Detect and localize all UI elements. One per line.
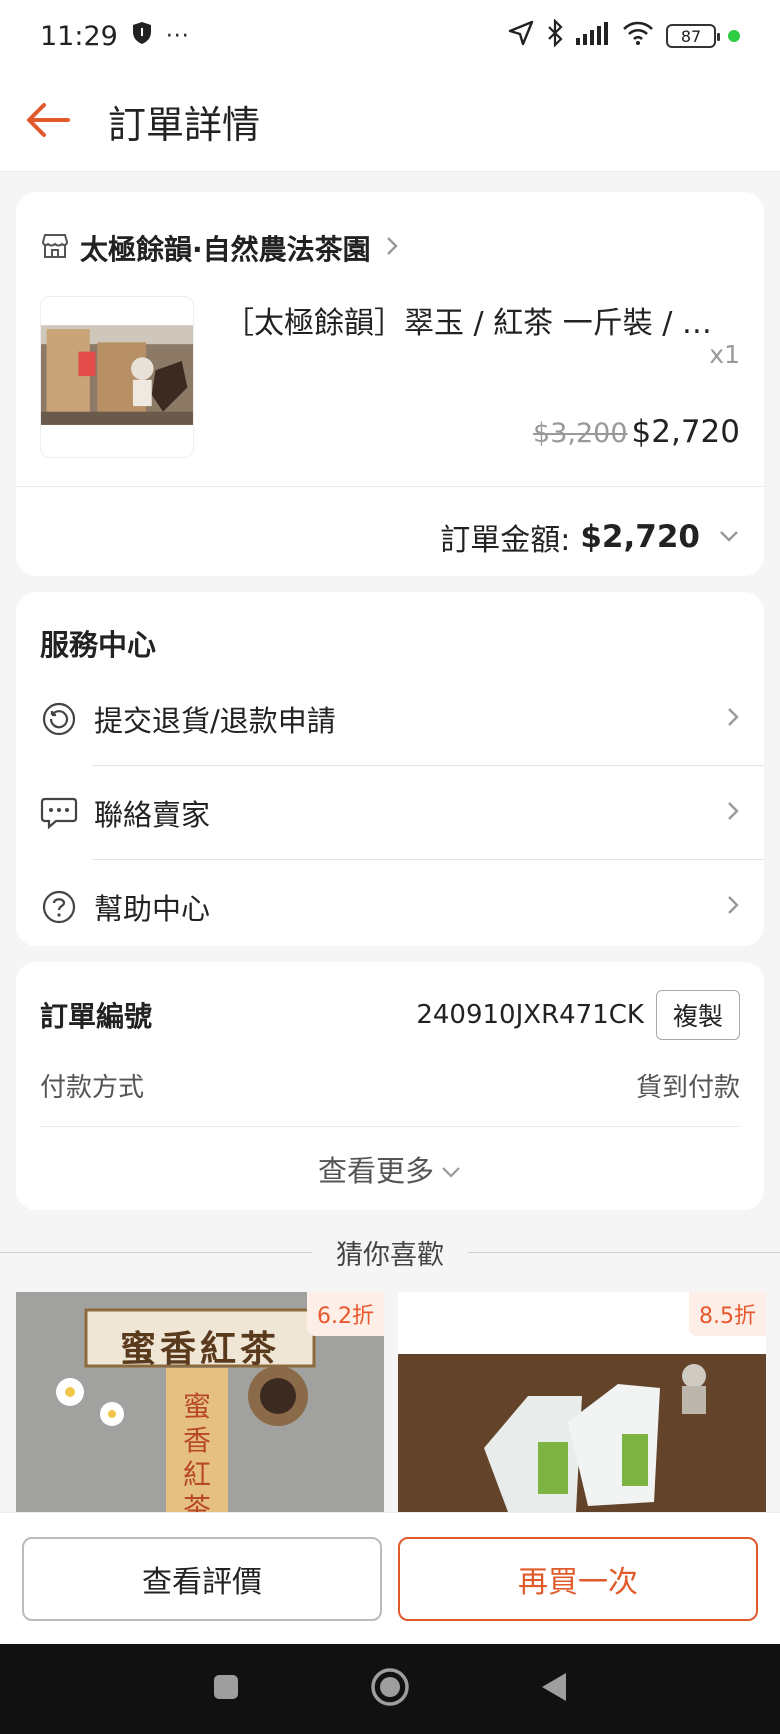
- system-nav-bar: [0, 1644, 780, 1734]
- return-icon: [40, 700, 78, 738]
- discount-badge: 6.2折: [307, 1292, 384, 1336]
- recommend-item[interactable]: 蜜香紅茶 蜜香紅茶 6.2折: [16, 1292, 384, 1512]
- sale-price: $2,720: [631, 414, 740, 450]
- page-title: 訂單詳情: [108, 103, 261, 147]
- privacy-indicator: [728, 30, 740, 42]
- product-row[interactable]: ［太極餘韻］翠玉 / 紅茶 一斤裝 / 茶葉 x1 $3,200 $2,720: [16, 276, 764, 458]
- service-item-contact-seller[interactable]: 聯絡賣家: [16, 766, 764, 860]
- status-bar: 11:29 ··· 87: [0, 0, 780, 72]
- location-icon: [508, 20, 534, 53]
- view-more-label: 查看更多: [317, 1154, 434, 1188]
- back-nav-button[interactable]: [540, 1671, 568, 1707]
- recents-button[interactable]: [212, 1673, 240, 1705]
- chevron-right-icon: [726, 800, 740, 826]
- order-total-row[interactable]: 訂單金額: $2,720: [16, 487, 764, 587]
- order-info-card: 訂單編號 240910JXR471CK 複製 付款方式 貨到付款 查看更多: [16, 962, 764, 1210]
- service-label: 提交退貨/退款申請: [94, 704, 336, 738]
- order-number-value: 240910JXR471CK: [416, 1000, 644, 1030]
- back-button[interactable]: [0, 72, 96, 172]
- more-dots: ···: [165, 23, 190, 49]
- recommend-image-text: 蜜香紅茶: [119, 1328, 280, 1370]
- view-more-button[interactable]: 查看更多: [16, 1127, 764, 1211]
- service-item-help-center[interactable]: 幫助中心: [16, 860, 764, 954]
- total-value: $2,720: [580, 519, 700, 555]
- wifi-icon: [622, 21, 654, 52]
- original-price: $3,200: [533, 418, 628, 449]
- payment-method-label: 付款方式: [40, 1072, 145, 1103]
- bluetooth-icon: [546, 17, 564, 54]
- product-thumbnail: [40, 296, 194, 458]
- service-title: 服務中心: [40, 628, 157, 662]
- payment-method-value: 貨到付款: [635, 1072, 740, 1103]
- discount-badge: 8.5折: [689, 1292, 766, 1336]
- chevron-down-icon: [718, 528, 740, 547]
- shop-name: 太極餘韻·自然農法茶園: [80, 233, 371, 266]
- battery-icon: 87: [666, 24, 720, 48]
- recommend-header: 猜你喜歡: [0, 1230, 780, 1274]
- buy-again-button[interactable]: 再買一次: [398, 1536, 758, 1621]
- home-button[interactable]: [370, 1667, 410, 1711]
- total-label: 訂單金額:: [440, 523, 571, 558]
- product-quantity: x1: [709, 340, 740, 369]
- shop-link[interactable]: 太極餘韻·自然農法茶園: [16, 192, 764, 276]
- order-number-label: 訂單編號: [40, 1000, 153, 1033]
- recommend-title: 猜你喜歡: [336, 1239, 444, 1271]
- recommend-item[interactable]: 8.5折: [398, 1292, 766, 1512]
- order-items-card: 太極餘韻·自然農法茶園 ［太極餘韻］翠玉 / 紅茶 一斤裝 / 茶葉 x1 $3: [16, 192, 764, 576]
- arrow-left-icon: [26, 102, 70, 142]
- view-review-button[interactable]: 查看評價: [22, 1536, 382, 1621]
- battery-level: 87: [680, 26, 702, 46]
- chevron-right-icon: [726, 894, 740, 920]
- service-label: 聯絡賣家: [94, 798, 211, 832]
- status-time: 11:29: [40, 20, 118, 52]
- bottom-action-bar: 查看評價 再買一次: [0, 1512, 780, 1644]
- shield-icon: [132, 21, 152, 52]
- service-item-refund[interactable]: 提交退貨/退款申請: [16, 672, 764, 766]
- copy-button[interactable]: 複製: [655, 990, 740, 1040]
- chevron-down-icon: [440, 1152, 462, 1186]
- product-name: ［太極餘韻］翠玉 / 紅茶 一斤裝 / 茶葉: [224, 306, 740, 341]
- service-label: 幫助中心: [94, 892, 211, 926]
- chevron-right-icon: [726, 706, 740, 732]
- chevron-right-icon: [385, 235, 399, 261]
- store-icon: [40, 232, 70, 264]
- signal-icon: [576, 21, 610, 52]
- chat-icon: [40, 794, 78, 832]
- recommend-package-text: 蜜香紅茶: [182, 1390, 211, 1512]
- service-center-card: 服務中心 提交退貨/退款申請 聯絡賣家 幫助中心: [16, 592, 764, 946]
- help-icon: [40, 888, 78, 926]
- header: 訂單詳情: [0, 72, 780, 172]
